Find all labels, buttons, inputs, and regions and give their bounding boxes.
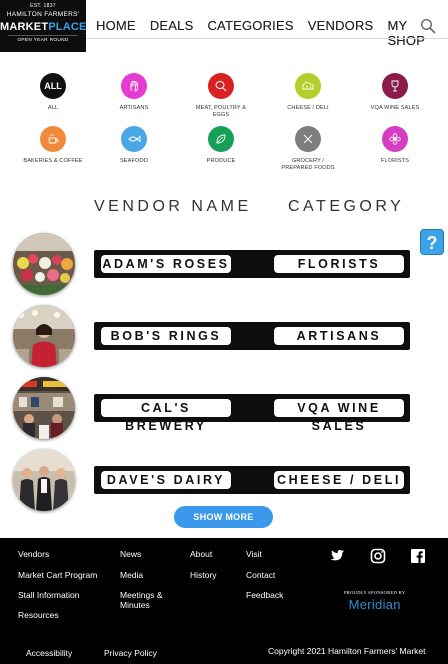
footer-link-visit[interactable]: Visit (246, 549, 262, 559)
logo-market: MARKET (0, 21, 49, 33)
category-bakeries[interactable]: BAKERIES & COFFEE (21, 126, 85, 165)
footer-link-stall-info[interactable]: Stall Information (18, 590, 79, 600)
category-grocery[interactable]: GROCERY / PREPARED FOODS (276, 126, 340, 172)
category-label: ALL (47, 105, 59, 111)
market-logo[interactable]: EST. 1837 HAMILTON FARMERS' MARKETPLACE … (0, 0, 86, 52)
nav-categories[interactable]: CATEGORIES (207, 18, 293, 48)
dairy-photo[interactable] (13, 449, 75, 511)
meat-icon (208, 73, 234, 99)
footer-link-news[interactable]: News (120, 549, 141, 559)
logo-title-line: HAMILTON FARMERS' (6, 11, 80, 18)
flower-icon (382, 126, 408, 152)
vendor-name-heading: VENDOR NAME (94, 198, 252, 215)
logo-place: PLACE (48, 21, 87, 33)
category-label: CHEESE / DELI (287, 105, 329, 111)
footer-link-privacy[interactable]: Privacy Policy (104, 648, 157, 658)
footer-link-feedback[interactable]: Feedback (246, 590, 283, 600)
main-nav: HOME DEALS CATEGORIES VENDORS MY SHOP (96, 18, 448, 48)
vendor-name[interactable]: BOB'S RINGS (101, 327, 231, 345)
jewelry-photo[interactable] (13, 305, 75, 367)
category-seafood[interactable]: SEAFOOD (102, 126, 166, 165)
footer-link-market-cart[interactable]: Market Cart Program (18, 570, 97, 580)
search-icon[interactable] (420, 18, 436, 34)
sponsor-block: PROUDLY SPONSORED BY Meridian (344, 590, 405, 612)
category-label: FLORISTS (380, 158, 410, 164)
vendor-bar[interactable]: DAVE'S DAIRY CHEESE / DELI (94, 466, 410, 494)
footer-link-contact[interactable]: Contact (246, 570, 275, 580)
cheese-icon (295, 73, 321, 99)
twitter-icon[interactable] (329, 548, 345, 564)
category-wine[interactable]: VQA WINE SALES (363, 73, 427, 112)
vendor-name[interactable]: CAL'S BREWERY (101, 399, 231, 433)
vendor-row: BOB'S RINGS ARTISANS (0, 305, 448, 367)
vendor-category[interactable]: CHEESE / DELI (274, 471, 404, 489)
vendor-row: CAL'S BREWERY VQA WINE SALES (0, 377, 448, 439)
brewery-photo[interactable] (13, 377, 75, 439)
header-divider (86, 38, 448, 39)
category-all[interactable]: ALL ALL (21, 73, 85, 112)
category-produce[interactable]: PRODUCE (189, 126, 253, 165)
category-meat[interactable]: MEAT, POULTRY & EGGS (189, 73, 253, 119)
vendor-row: DAVE'S DAIRY CHEESE / DELI (0, 449, 448, 511)
meridian-logo[interactable]: Meridian (344, 597, 405, 612)
utensils-icon (295, 126, 321, 152)
category-florists[interactable]: FLORISTS (363, 126, 427, 165)
hand-icon (121, 73, 147, 99)
category-heading: CATEGORY (288, 198, 405, 215)
facebook-icon[interactable] (410, 548, 426, 564)
footer-link-history[interactable]: History (190, 570, 216, 580)
category-label: SEAFOOD (119, 158, 149, 164)
footer-link-meetings[interactable]: Meetings & (120, 590, 163, 600)
footer-link-minutes[interactable]: Minutes (120, 600, 150, 610)
logo-marketplace: MARKETPLACE (0, 21, 86, 33)
vendor-bar[interactable]: CAL'S BREWERY VQA WINE SALES (94, 394, 410, 433)
site-header: EST. 1837 HAMILTON FARMERS' MARKETPLACE … (0, 0, 448, 52)
wine-icon (382, 73, 408, 99)
category-label: PRODUCE (206, 158, 236, 164)
copyright-text: Copyright 2021 Hamilton Farmers' Market (268, 646, 426, 656)
flowers-photo[interactable] (13, 233, 75, 295)
fish-icon (121, 126, 147, 152)
vendor-category[interactable]: ARTISANS (274, 327, 404, 345)
footer-link-vendors[interactable]: Vendors (18, 549, 49, 559)
show-more-button[interactable]: SHOW MORE (174, 506, 273, 528)
category-label: VQA WINE SALES (370, 105, 420, 111)
instagram-icon[interactable] (370, 548, 386, 564)
vendor-category[interactable]: FLORISTS (274, 255, 404, 273)
leaf-icon (208, 126, 234, 152)
category-label: BAKERIES & COFFEE (23, 158, 83, 164)
category-label: MEAT, POULTRY & EGGS (195, 105, 247, 118)
category-label: GROCERY / PREPARED FOODS (281, 158, 335, 171)
logo-est: EST. 1837 (30, 3, 56, 9)
category-artisans[interactable]: ARTISANS (102, 73, 166, 112)
vendor-name[interactable]: DAVE'S DAIRY (101, 471, 231, 489)
vendor-category[interactable]: VQA WINE SALES (274, 399, 404, 433)
nav-home[interactable]: HOME (96, 18, 136, 48)
category-label: ARTISANS (119, 105, 149, 111)
footer-link-about[interactable]: About (190, 549, 212, 559)
vendor-bar[interactable]: ADAM'S ROSES FLORISTS (94, 250, 410, 278)
logo-tagline: OPEN YEAR ROUND (8, 35, 78, 43)
vendor-row: ADAM'S ROSES FLORISTS (0, 233, 448, 295)
category-cheese[interactable]: CHEESE / DELI (276, 73, 340, 112)
site-footer: Vendors Market Cart Program Stall Inform… (0, 538, 448, 664)
vendor-name[interactable]: ADAM'S ROSES (101, 255, 231, 273)
footer-link-accessibility[interactable]: Accessibility (26, 648, 72, 658)
nav-vendors[interactable]: VENDORS (308, 18, 374, 48)
nav-deals[interactable]: DEALS (150, 18, 194, 48)
footer-link-media[interactable]: Media (120, 570, 143, 580)
coffee-icon (40, 126, 66, 152)
vendor-bar[interactable]: BOB'S RINGS ARTISANS (94, 322, 410, 350)
footer-link-resources[interactable]: Resources (18, 610, 59, 620)
sponsor-label: PROUDLY SPONSORED BY (344, 590, 406, 595)
all-icon: ALL (40, 73, 66, 99)
